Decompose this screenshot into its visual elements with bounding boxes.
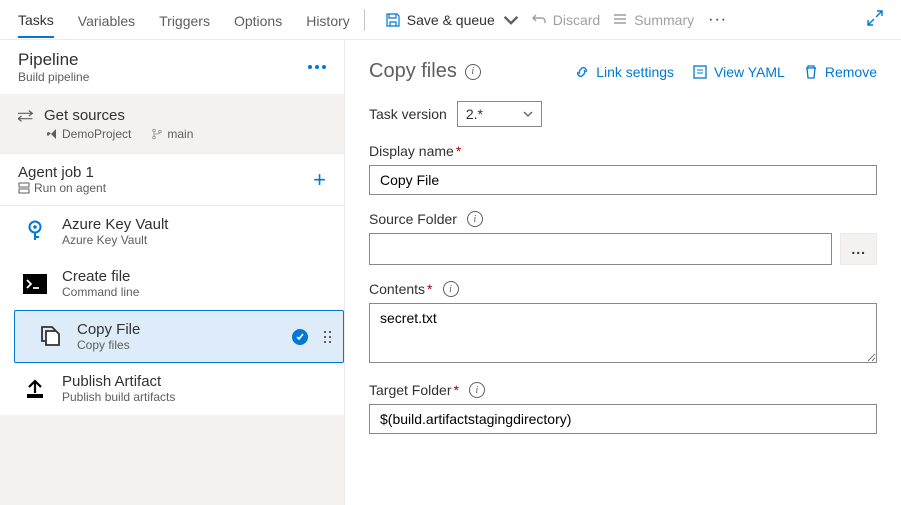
drag-handle[interactable] (324, 331, 331, 343)
task-sub: Copy files (77, 338, 280, 352)
selected-badge-icon (292, 329, 308, 345)
contents-input[interactable] (369, 303, 877, 363)
branch-meta: main (151, 127, 193, 141)
task-sub: Publish build artifacts (62, 390, 175, 404)
remove-button[interactable]: Remove (803, 64, 877, 80)
undo-icon (531, 12, 547, 28)
task-sub: Command line (62, 285, 139, 299)
task-name: Create file (62, 268, 139, 285)
save-queue-label: Save & queue (407, 12, 495, 28)
target-folder-label: Target Folder* (369, 382, 459, 398)
keyvault-icon (20, 217, 50, 247)
source-folder-label: Source Folder (369, 211, 457, 227)
save-icon (385, 12, 401, 28)
divider (364, 9, 365, 31)
server-icon (18, 182, 30, 194)
repo-meta: DemoProject (46, 127, 131, 141)
terminal-icon (20, 269, 50, 299)
pipeline-title: Pipeline (18, 50, 89, 70)
yaml-icon (692, 64, 708, 80)
trash-icon (803, 64, 819, 80)
copy-icon (35, 322, 65, 352)
get-sources-icon (18, 109, 36, 123)
target-folder-input[interactable] (369, 404, 877, 434)
get-sources-item[interactable]: Get sources DemoProject main (0, 95, 344, 153)
link-icon (574, 64, 590, 80)
panel-title: Copy files (369, 60, 457, 83)
info-icon[interactable]: i (469, 382, 485, 398)
agent-job-sub: Run on agent (34, 181, 106, 195)
display-name-label: Display name* (369, 143, 461, 159)
display-name-input[interactable] (369, 165, 877, 195)
contents-label: Contents* (369, 281, 433, 297)
chevron-down-icon (523, 109, 533, 119)
tab-triggers[interactable]: Triggers (159, 3, 210, 37)
task-version-value: 2.* (466, 106, 483, 122)
save-queue-button[interactable]: Save & queue (379, 8, 525, 32)
pipeline-sub: Build pipeline (18, 70, 89, 84)
get-sources-title: Get sources (44, 107, 125, 124)
summary-button: Summary (606, 8, 700, 32)
vs-icon (46, 128, 58, 140)
summary-label: Summary (634, 12, 694, 28)
pipeline-more-button[interactable] (308, 65, 326, 69)
link-settings-button[interactable]: Link settings (574, 64, 674, 80)
task-item-azure-key-vault[interactable]: Azure Key Vault Azure Key Vault (0, 206, 344, 258)
task-name: Copy File (77, 321, 280, 338)
info-icon[interactable]: i (443, 281, 459, 297)
source-folder-input[interactable] (369, 233, 832, 265)
tab-variables[interactable]: Variables (78, 3, 135, 37)
summary-icon (612, 12, 628, 28)
task-item-create-file[interactable]: Create file Command line (0, 258, 344, 310)
task-version-label: Task version (369, 106, 447, 122)
add-task-button[interactable]: + (313, 167, 326, 193)
discard-button: Discard (525, 8, 606, 32)
expand-icon[interactable] (867, 10, 883, 29)
more-button[interactable]: ··· (700, 11, 735, 29)
tab-history[interactable]: History (306, 3, 350, 37)
view-yaml-button[interactable]: View YAML (692, 64, 785, 80)
task-item-publish-artifact[interactable]: Publish Artifact Publish build artifacts (0, 363, 344, 415)
chevron-down-icon (503, 12, 519, 28)
publish-icon (20, 374, 50, 404)
agent-job-item[interactable]: Agent job 1 Run on agent + (0, 153, 344, 206)
task-name: Publish Artifact (62, 373, 175, 390)
info-icon[interactable]: i (467, 211, 483, 227)
task-name: Azure Key Vault (62, 216, 168, 233)
agent-job-title: Agent job 1 (18, 164, 106, 181)
discard-label: Discard (553, 12, 600, 28)
browse-button[interactable]: ... (840, 233, 877, 265)
tab-tasks[interactable]: Tasks (18, 2, 54, 38)
branch-icon (151, 128, 163, 140)
task-item-copy-file[interactable]: Copy File Copy files (14, 310, 344, 363)
tab-options[interactable]: Options (234, 3, 282, 37)
task-sub: Azure Key Vault (62, 233, 168, 247)
info-icon[interactable]: i (465, 64, 481, 80)
task-version-select[interactable]: 2.* (457, 101, 542, 127)
